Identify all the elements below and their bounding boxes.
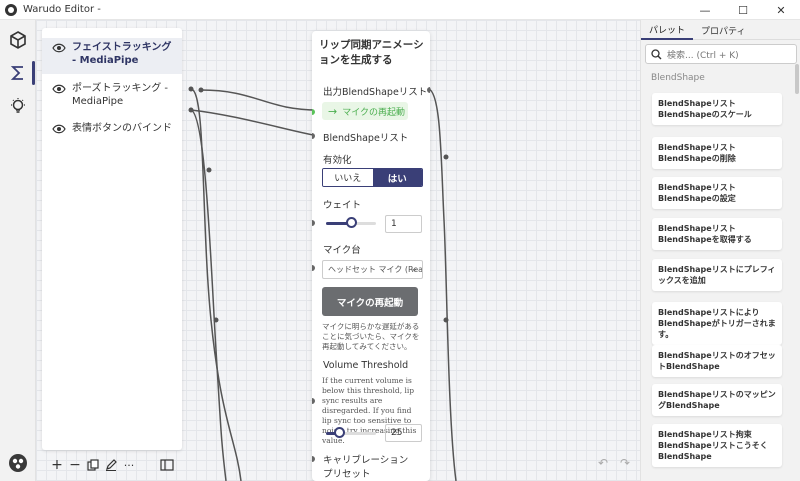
close-button[interactable]: ✕: [762, 0, 800, 20]
title-bar: Warudo Editor - — ☐ ✕: [0, 0, 800, 20]
palette-tabs: パレット プロパティ: [641, 20, 800, 40]
tab-palette[interactable]: パレット: [641, 20, 694, 40]
toggle-yes-option[interactable]: はい: [372, 169, 422, 186]
weight-label: ウェイト: [323, 200, 362, 211]
list-item-expression-binding[interactable]: 表情ボタンのバインド: [42, 122, 182, 138]
slider-thumb[interactable]: [346, 217, 357, 228]
toggle-no-option[interactable]: いいえ: [323, 169, 373, 186]
microphone-input-port[interactable]: [312, 265, 315, 271]
blendshape-input-port[interactable]: [312, 133, 315, 139]
search-placeholder: 検索... (Ctrl + K): [667, 50, 739, 61]
list-item-label: ポーズトラッキング - MediaPipe: [72, 83, 168, 107]
flow-output-label: マイクの再起動: [342, 107, 406, 118]
blendshape-list-label: BlendShapeリスト: [323, 133, 409, 144]
enabled-toggle[interactable]: いいえ はい: [322, 168, 423, 187]
microphone-label: マイク台: [323, 245, 361, 256]
flow-output-pill[interactable]: → マイクの再起動: [322, 102, 408, 120]
weight-slider[interactable]: [326, 217, 376, 228]
microphone-select[interactable]: ヘッドセット マイク (Realtek ... ⌄: [322, 260, 423, 279]
eye-icon[interactable]: [52, 124, 66, 134]
restart-microphone-button[interactable]: マイクの再起動: [322, 287, 418, 316]
lightbulb-icon[interactable]: [4, 92, 32, 120]
add-button[interactable]: +: [48, 456, 66, 474]
wire-2: [200, 89, 319, 111]
category-header: BlendShape: [651, 73, 705, 83]
search-input[interactable]: 検索... (Ctrl + K): [645, 44, 797, 64]
weight-input[interactable]: 1: [385, 215, 422, 233]
cube-icon[interactable]: [4, 26, 32, 54]
list-item-face-tracking[interactable]: フェイストラッキング - MediaPipe: [42, 38, 182, 74]
palette-item[interactable]: BlendShapeリストBlendShapeを取得する: [652, 218, 782, 250]
palette-item[interactable]: BlendShapeリストによりBlendShapeがトリガーされます。: [652, 302, 782, 345]
community-icon[interactable]: [8, 453, 28, 473]
collapse-panel-icon[interactable]: [158, 456, 176, 474]
activity-rail: [0, 20, 36, 481]
enabled-label: 有効化: [323, 155, 352, 166]
palette-item[interactable]: BlendShapeリストのオフセットBlendShape: [652, 345, 782, 377]
output-port[interactable]: [427, 87, 430, 93]
scrollbar[interactable]: [795, 64, 799, 94]
node-title: リップ同期アニメーションを生成する: [319, 39, 424, 66]
weight-input-port[interactable]: [312, 220, 315, 226]
chevron-down-icon: ⌄: [410, 264, 418, 274]
minimize-button[interactable]: —: [686, 0, 724, 20]
eye-icon[interactable]: [52, 84, 66, 94]
duplicate-icon[interactable]: [84, 456, 102, 474]
palette-item[interactable]: BlendShapeリストBlendShapeの設定: [652, 177, 782, 209]
lip-sync-node[interactable]: リップ同期アニメーションを生成する 出力BlendShapeリスト → マイクの…: [312, 31, 430, 481]
palette-item[interactable]: BlendShapeリストのマッピングBlendShape: [652, 384, 782, 416]
eye-icon[interactable]: [52, 43, 66, 53]
volume-input-port[interactable]: [312, 398, 315, 404]
palette-item[interactable]: BlendShapeリスト拘束BlendShapeリストこうそくBlendSha…: [652, 424, 782, 467]
palette-item[interactable]: BlendShapeリストBlendShapeの削除: [652, 137, 782, 169]
remove-button[interactable]: −: [66, 456, 84, 474]
slider-thumb[interactable]: [333, 427, 345, 438]
arrow-right-icon: →: [328, 104, 338, 118]
volume-threshold-input[interactable]: 25: [385, 424, 422, 442]
list-toolbar: + − ···: [42, 453, 182, 477]
wire-5: [427, 88, 457, 481]
list-item-pose-tracking[interactable]: ポーズトラッキング - MediaPipe: [42, 82, 182, 112]
microphone-hint: マイクに明らかな遅延があることに気づいたら、マイクを再起動してみてください。: [322, 322, 420, 351]
wire-1: [190, 88, 242, 481]
output-blendshape-label: 出力BlendShapeリスト: [323, 87, 428, 98]
flow-input-port[interactable]: [312, 109, 315, 115]
preset-label: プリセット: [323, 469, 371, 480]
sigma-icon[interactable]: [4, 59, 35, 87]
tab-properties[interactable]: プロパティ: [693, 20, 753, 40]
list-item-label: フェイストラッキング - MediaPipe: [72, 42, 172, 66]
search-icon: [651, 48, 662, 59]
undo-icon[interactable]: ↶: [598, 456, 608, 470]
volume-threshold-label: Volume Threshold: [323, 360, 409, 371]
volume-threshold-slider[interactable]: [326, 427, 376, 438]
window-title: Warudo Editor -: [23, 4, 101, 15]
edit-icon[interactable]: [102, 456, 120, 474]
microphone-value: ヘッドセット マイク (Realtek ...: [328, 265, 423, 274]
maximize-button[interactable]: ☐: [724, 0, 762, 20]
wire-4: [190, 109, 319, 137]
palette-item[interactable]: BlendShapeリストにプレフィックスを追加: [652, 259, 782, 291]
palette-item[interactable]: BlendShapeリストBlendShapeのスケール: [652, 93, 782, 125]
app-logo-icon: [5, 3, 17, 16]
redo-icon[interactable]: ↷: [620, 456, 630, 470]
palette-panel: パレット プロパティ 検索... (Ctrl + K) BlendShape B…: [640, 20, 800, 481]
calibration-input-port[interactable]: [312, 456, 315, 462]
list-item-label: 表情ボタンのバインド: [72, 123, 172, 134]
graph-list-panel: フェイストラッキング - MediaPipe ポーズトラッキング - Media…: [42, 28, 182, 450]
more-button[interactable]: ···: [120, 456, 138, 474]
calibration-label: キャリブレーション: [323, 455, 409, 466]
